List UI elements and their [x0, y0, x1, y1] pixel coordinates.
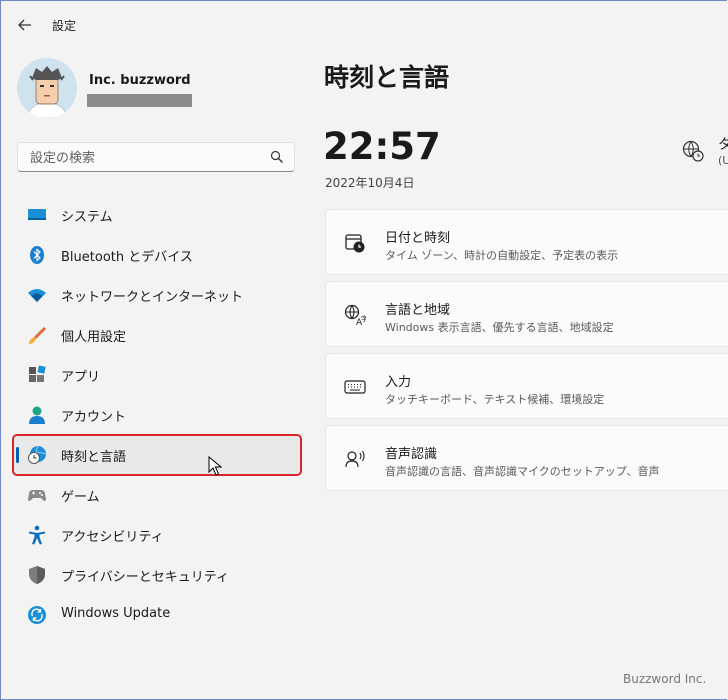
sidebar-item-windows-update[interactable]: Windows Update: [13, 595, 301, 635]
arrow-left-icon: [18, 19, 31, 31]
sidebar-item-time-language[interactable]: 時刻と言語: [12, 434, 302, 476]
sidebar-item-label: ネットワークとインターネット: [61, 290, 244, 305]
search-icon[interactable]: [270, 150, 284, 164]
card-title: 入力: [385, 375, 412, 390]
accessibility-icon: [29, 525, 45, 545]
update-icon: [28, 606, 46, 624]
brush-icon: [29, 327, 46, 344]
card-subtitle: 音声認識の言語、音声認識マイクのセットアップ、音声: [385, 465, 660, 478]
sidebar-nav: システム Bluetooth とデバイス ネットワークとインターネット 個人用設…: [12, 195, 302, 635]
sidebar-item-system[interactable]: システム: [13, 195, 301, 235]
redacted-email: [87, 94, 192, 107]
card-speech[interactable]: 音声認識 音声認識の言語、音声認識マイクのセットアップ、音声: [325, 425, 728, 491]
svg-text:字: 字: [361, 314, 366, 323]
search-box[interactable]: [17, 142, 295, 172]
card-title: 言語と地域: [385, 303, 451, 318]
bluetooth-icon: [30, 246, 44, 264]
card-subtitle: タッチキーボード、テキスト候補、環境設定: [385, 393, 605, 406]
timezone-label: タ: [718, 137, 728, 153]
time-language-icon: [28, 445, 47, 464]
sidebar-item-privacy[interactable]: プライバシーとセキュリティ: [13, 555, 301, 595]
shield-icon: [29, 566, 45, 584]
back-button[interactable]: [14, 14, 36, 36]
avatar[interactable]: [17, 58, 77, 118]
mouse-cursor-icon: [208, 456, 222, 476]
apps-icon: [29, 365, 46, 382]
card-title: 日付と時刻: [385, 231, 451, 246]
search-input[interactable]: [28, 148, 262, 168]
keyboard-icon: [344, 380, 366, 394]
sidebar-item-apps[interactable]: アプリ: [13, 355, 301, 395]
sidebar-item-accessibility[interactable]: アクセシビリティ: [13, 515, 301, 555]
current-time: 22:57: [323, 125, 441, 168]
page-title: 時刻と言語: [324, 63, 450, 92]
user-name: Inc. buzzword: [89, 73, 191, 88]
card-typing[interactable]: 入力 タッチキーボード、テキスト候補、環境設定: [325, 353, 728, 419]
app-title: 設定: [52, 19, 77, 33]
gamepad-icon: [28, 490, 46, 501]
sidebar-item-label: アプリ: [61, 370, 101, 385]
watermark: Buzzword Inc.: [623, 672, 707, 686]
sidebar-item-label: 時刻と言語: [61, 450, 127, 465]
sidebar-item-label: アカウント: [61, 410, 127, 425]
account-icon: [29, 406, 45, 424]
title-bar: 設定: [0, 0, 728, 48]
card-subtitle: Windows 表示言語、優先する言語、地域設定: [385, 321, 614, 334]
sidebar-item-bluetooth[interactable]: Bluetooth とデバイス: [13, 235, 301, 275]
wifi-icon: [28, 289, 46, 302]
sidebar-item-accounts[interactable]: アカウント: [13, 395, 301, 435]
system-icon: [28, 209, 46, 220]
sidebar-item-label: 個人用設定: [61, 330, 127, 345]
speech-icon: [345, 450, 365, 468]
sidebar-item-label: Windows Update: [61, 606, 171, 621]
sidebar-item-label: Bluetooth とデバイス: [61, 250, 193, 265]
card-subtitle: タイム ゾーン、時計の自動設定、予定表の表示: [385, 249, 619, 262]
sidebar-item-personalization[interactable]: 個人用設定: [13, 315, 301, 355]
globe-clock-icon: [682, 140, 704, 162]
current-date: 2022年10月4日: [325, 176, 415, 190]
calendar-clock-icon: [345, 234, 365, 253]
card-language-region[interactable]: A字 言語と地域 Windows 表示言語、優先する言語、地域設定: [325, 281, 728, 347]
card-title: 音声認識: [385, 447, 438, 462]
card-date-time[interactable]: 日付と時刻 タイム ゾーン、時計の自動設定、予定表の表示: [325, 209, 728, 275]
sidebar-item-label: システム: [61, 210, 113, 225]
sidebar-item-label: ゲーム: [61, 490, 100, 505]
sidebar-item-label: アクセシビリティ: [61, 530, 164, 545]
language-icon: A字: [344, 304, 366, 326]
sidebar-item-label: プライバシーとセキュリティ: [61, 570, 229, 585]
sidebar-item-network[interactable]: ネットワークとインターネット: [13, 275, 301, 315]
avatar-image: [17, 58, 77, 118]
sidebar-item-gaming[interactable]: ゲーム: [13, 475, 301, 515]
timezone-detail: (U: [718, 154, 728, 167]
